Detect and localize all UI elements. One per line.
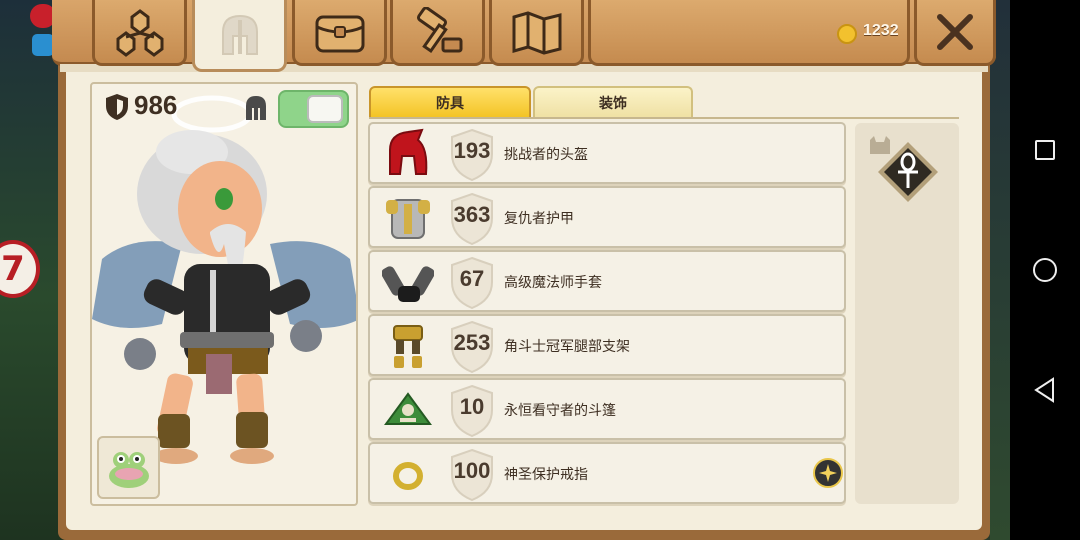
bag-icon (315, 15, 364, 52)
item-defense: 193 (453, 138, 491, 163)
list-item[interactable]: 100 神圣保护戒指 (368, 442, 846, 504)
gloves-icon (382, 266, 434, 302)
ring-icon (393, 462, 423, 490)
star-icon (819, 464, 837, 482)
square-icon (1035, 140, 1055, 160)
game-world-background-right (990, 0, 1010, 540)
armor-shield-icon (106, 94, 128, 120)
back-triangle-icon (1034, 377, 1054, 403)
tab-divider (369, 117, 959, 119)
armor-total: 986 (134, 90, 178, 120)
tab-stats[interactable] (92, 0, 187, 66)
tab-bag[interactable] (292, 0, 387, 66)
gem-icon (32, 34, 54, 56)
list-item[interactable]: 193 挑战者的头盔 (368, 122, 846, 184)
skill-tree-icon (116, 8, 163, 57)
item-defense: 10 (459, 394, 485, 419)
tab-crafting[interactable] (390, 0, 485, 66)
helmet-icon (221, 14, 258, 55)
red-helmet-icon (389, 128, 428, 175)
helmet-toggle[interactable] (278, 90, 349, 128)
home-button[interactable] (1010, 245, 1080, 295)
list-item[interactable]: 67 高级魔法师手套 (368, 250, 846, 312)
item-defense: 100 (453, 458, 491, 483)
tab-map[interactable] (489, 0, 584, 66)
tab-accessories[interactable]: 装饰 (533, 86, 693, 118)
circle-icon (1033, 258, 1057, 282)
currency-box: 1232 (588, 0, 910, 66)
item-name: 高级魔法师手套 (504, 275, 602, 291)
item-name: 复仇者护甲 (504, 211, 574, 227)
cloak-icon (384, 392, 432, 425)
special-effect-badge (813, 458, 843, 488)
item-defense: 253 (453, 330, 491, 355)
item-name: 角斗士冠军腿部支架 (504, 339, 630, 355)
pet-slot[interactable] (97, 436, 160, 499)
close-button[interactable] (914, 0, 996, 66)
map-icon (512, 10, 561, 55)
close-icon (937, 13, 973, 50)
list-item[interactable]: 10 永恒看守者的斗篷 (368, 378, 846, 440)
item-name: 神圣保护戒指 (504, 467, 588, 483)
system-navigation-bar (1010, 0, 1080, 540)
coin-count: 1232 (863, 22, 899, 39)
helmet-visibility-icon (246, 96, 266, 120)
chest-armor-icon (386, 199, 430, 239)
tab-armor[interactable] (192, 0, 287, 72)
item-name: 挑战者的头盔 (504, 147, 588, 163)
list-item[interactable]: 253 角斗士冠军腿部支架 (368, 314, 846, 376)
item-name: 永恒看守者的斗篷 (504, 403, 616, 419)
recent-apps-button[interactable] (1010, 125, 1080, 175)
ankh-rune-slot[interactable] (876, 140, 940, 204)
leg-armor-icon (393, 325, 423, 368)
toggle-knob (307, 95, 343, 123)
frog-pet-icon (109, 452, 149, 488)
back-button[interactable] (1010, 365, 1080, 415)
coin-icon (837, 24, 857, 44)
list-item[interactable]: 363 复仇者护甲 (368, 186, 846, 248)
tab-armor-gear[interactable]: 防具 (369, 86, 531, 118)
item-defense: 363 (453, 202, 491, 227)
item-defense: 67 (459, 266, 485, 291)
hammer-icon (416, 6, 462, 53)
